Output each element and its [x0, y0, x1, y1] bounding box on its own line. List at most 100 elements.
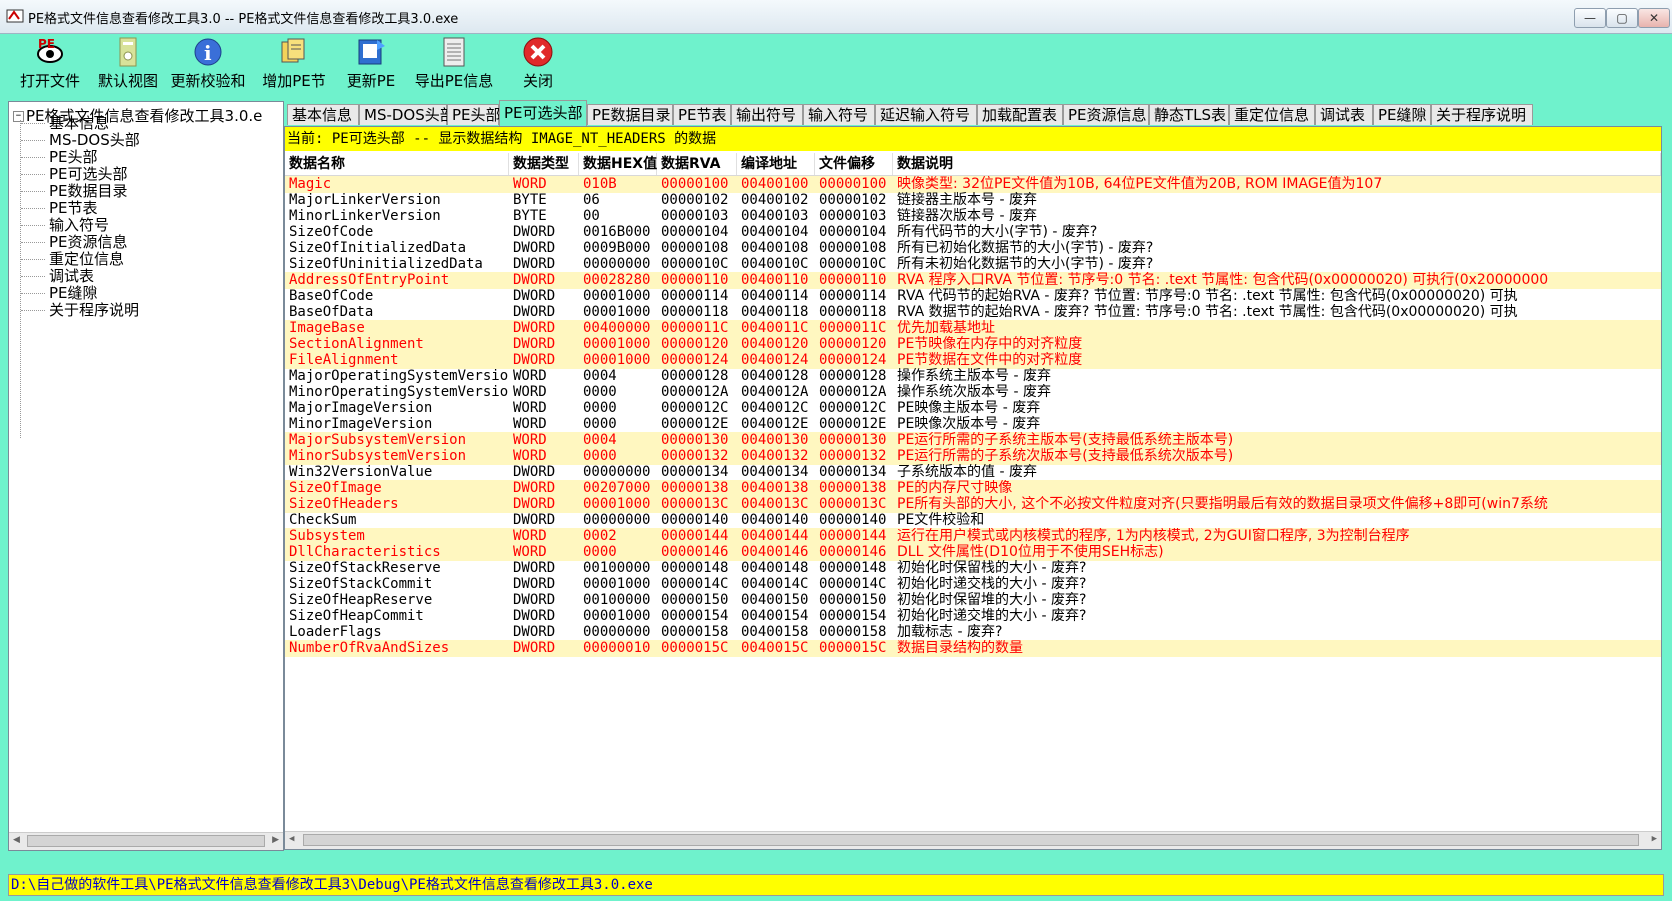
table-row[interactable]: MajorSubsystemVersion WORD 0004 00000130 004…	[285, 432, 1661, 449]
tab-about[interactable]: 关于程序说明	[1431, 104, 1533, 125]
cell-offset: 00000154	[819, 608, 887, 624]
tab-load-config[interactable]: 加载配置表	[977, 104, 1063, 125]
tab-data-directory[interactable]: PE数据目录	[587, 104, 673, 125]
table-row[interactable]: SizeOfInitializedData DWORD 0009B000 000001…	[285, 240, 1661, 257]
tree-item-data-directory[interactable]: PE数据目录	[21, 182, 128, 200]
table-row[interactable]: BaseOfCode DWORD 00001000 00000114 00400114 0…	[285, 288, 1661, 305]
table-row[interactable]: CheckSum DWORD 00000000 00000140 00400140 000…	[285, 512, 1661, 529]
tab-imports[interactable]: 输入符号	[803, 104, 875, 125]
table-row[interactable]: MinorLinkerVersion BYTE 00 00000103 00400103…	[285, 208, 1661, 225]
table-row[interactable]: DllCharacteristics WORD 0000 00000146 004001…	[285, 544, 1661, 561]
column-header-name[interactable]: 数据名称	[285, 153, 509, 175]
column-header-description[interactable]: 数据说明	[893, 153, 1661, 175]
add-section-button[interactable]: 增加PE节	[260, 34, 328, 92]
table-row[interactable]: MinorOperatingSystemVersion WORD 0000 00000…	[285, 384, 1661, 401]
table-row[interactable]: SizeOfCode DWORD 0016B000 00000104 00400104 0…	[285, 224, 1661, 241]
tab-static-tls[interactable]: 静态TLS表	[1149, 104, 1229, 125]
table-row[interactable]: SizeOfStackCommit DWORD 00001000 0000014C 00…	[285, 576, 1661, 593]
scroll-right-icon[interactable]: ▶	[272, 835, 279, 845]
column-header-type[interactable]: 数据类型	[509, 153, 579, 175]
tab-pe-header[interactable]: PE头部	[447, 104, 501, 125]
table-row[interactable]: SizeOfImage DWORD 00207000 00000138 00400138…	[285, 480, 1661, 497]
cell-type: DWORD	[513, 336, 556, 352]
table-row[interactable]: SectionAlignment DWORD 00001000 00000120 004…	[285, 336, 1661, 353]
scroll-thumb[interactable]	[27, 835, 265, 847]
tab-resources[interactable]: PE资源信息	[1063, 104, 1149, 125]
cell-address: 00400114	[741, 288, 809, 304]
table-row[interactable]: SizeOfHeapReserve DWORD 00100000 00000150 00…	[285, 592, 1661, 609]
tree-item-section-table[interactable]: PE节表	[21, 199, 98, 217]
collapse-icon[interactable]: −	[13, 111, 24, 122]
tree-item-debug[interactable]: 调试表	[20, 267, 94, 285]
cell-address: 0040012A	[741, 384, 809, 400]
column-header-rva[interactable]: 数据RVA	[657, 153, 737, 175]
app-icon	[6, 9, 24, 23]
table-row[interactable]: MajorOperatingSystemVersion WORD 0004 00000…	[285, 368, 1661, 385]
table-row[interactable]: SizeOfHeaders DWORD 00001000 0000013C 004001…	[285, 496, 1661, 513]
tree-item-pe-header[interactable]: PE头部	[21, 148, 98, 166]
open-file-button[interactable]: PE 打开文件	[14, 34, 86, 92]
cell-rva: 0000012C	[661, 400, 729, 416]
table-row[interactable]: MajorImageVersion WORD 0000 0000012C 0040012…	[285, 400, 1661, 417]
update-checksum-button[interactable]: i 更新校验和	[168, 34, 248, 92]
tab-debug[interactable]: 调试表	[1315, 104, 1373, 125]
table-row[interactable]: FileAlignment DWORD 00001000 00000124 004001…	[285, 352, 1661, 369]
tree-item-ms-dos-header[interactable]: MS-DOS头部	[21, 131, 140, 149]
table-row[interactable]: NumberOfRvaAndSizes DWORD 00000010 0000015C…	[285, 640, 1661, 657]
svg-text:i: i	[204, 41, 212, 65]
cell-address: 00400150	[741, 592, 809, 608]
table-row[interactable]: Subsystem WORD 0002 00000144 00400144 0000014…	[285, 528, 1661, 545]
table-row[interactable]: AddressOfEntryPoint DWORD 00028280 00000110…	[285, 272, 1661, 289]
table-scroll-right-icon[interactable]: ▶	[1652, 834, 1657, 844]
table-row[interactable]: LoaderFlags DWORD 00000000 00000158 00400158…	[285, 624, 1661, 641]
cell-offset: 00000120	[819, 336, 887, 352]
tree-item-resources[interactable]: PE资源信息	[21, 233, 128, 251]
column-header-address[interactable]: 编译地址	[737, 153, 815, 175]
tab-gaps[interactable]: PE缝隙	[1373, 104, 1431, 125]
cell-offset: 00000146	[819, 544, 887, 560]
table-row[interactable]: SizeOfUninitializedData DWORD 00000000 0000…	[285, 256, 1661, 273]
scroll-left-icon[interactable]: ◀	[13, 835, 20, 845]
tab-optional-header[interactable]: PE可选头部	[499, 100, 587, 126]
table-scroll-thumb[interactable]	[303, 834, 1639, 846]
tab-delay-imports[interactable]: 延迟输入符号	[875, 104, 977, 125]
tab-basic-info[interactable]: 基本信息	[287, 104, 359, 125]
column-header-hex[interactable]: 数据HEX值	[579, 153, 657, 175]
tree-item-optional-header[interactable]: PE可选头部	[21, 165, 128, 183]
cell-offset: 00000144	[819, 528, 887, 544]
tree-item-about[interactable]: 关于程序说明	[20, 301, 139, 319]
table-row[interactable]: SizeOfHeapCommit DWORD 00001000 00000154 004…	[285, 608, 1661, 625]
cell-address: 00400144	[741, 528, 809, 544]
table-horizontal-scrollbar[interactable]: ◀ ▶	[285, 831, 1661, 849]
navigation-tree[interactable]: − PE格式文件信息查看修改工具3.0.e 基本信息 MS-DOS头部 PE头部 …	[8, 101, 284, 851]
minimize-button[interactable]: —	[1574, 8, 1606, 28]
table-row[interactable]: ImageBase DWORD 00400000 0000011C 0040011C 00…	[285, 320, 1661, 337]
tab-relocations[interactable]: 重定位信息	[1229, 104, 1315, 125]
tree-item-relocations[interactable]: 重定位信息	[20, 250, 124, 268]
close-button[interactable]: 关闭	[514, 34, 562, 92]
table-row[interactable]: SizeOfStackReserve DWORD 00100000 00000148 0…	[285, 560, 1661, 577]
tree-item-basic-info[interactable]: 基本信息	[20, 114, 109, 132]
table-row[interactable]: MinorImageVersion WORD 0000 0000012E 0040012…	[285, 416, 1661, 433]
table-row[interactable]: Magic WORD 010B 00000100 00400100 00000100 映像类…	[285, 176, 1661, 193]
tab-ms-dos-header[interactable]: MS-DOS头部	[359, 104, 455, 125]
column-header-offset[interactable]: 文件偏移	[815, 153, 893, 175]
window-close-button[interactable]: ✕	[1638, 8, 1670, 28]
table-scroll-left-icon[interactable]: ◀	[289, 834, 294, 844]
tree-horizontal-scrollbar[interactable]: ◀ ▶	[9, 832, 283, 850]
tab-exports[interactable]: 输出符号	[731, 104, 803, 125]
tab-section-table[interactable]: PE节表	[673, 104, 731, 125]
cell-offset: 0000012C	[819, 400, 887, 416]
toolbar: PE 打开文件 默认视图 i 更新校验和 增加PE节 更新PE 导出PE信息 关…	[0, 34, 1672, 92]
table-row[interactable]: Win32VersionValue DWORD 00000000 00000134 00…	[285, 464, 1661, 481]
table-row[interactable]: BaseOfData DWORD 00001000 00000118 00400118 0…	[285, 304, 1661, 321]
export-pe-info-button[interactable]: 导出PE信息	[414, 34, 494, 92]
maximize-button[interactable]: ▢	[1606, 8, 1638, 28]
table-row[interactable]: MinorSubsystemVersion WORD 0000 00000132 004…	[285, 448, 1661, 465]
update-pe-button[interactable]: 更新PE	[344, 34, 398, 92]
tree-item-imports[interactable]: 输入符号	[20, 216, 109, 234]
table-row[interactable]: MajorLinkerVersion BYTE 06 00000102 00400102…	[285, 192, 1661, 209]
cell-type: BYTE	[513, 208, 547, 224]
tree-item-gaps[interactable]: PE缝隙	[21, 284, 98, 302]
default-view-button[interactable]: 默认视图	[92, 34, 164, 92]
